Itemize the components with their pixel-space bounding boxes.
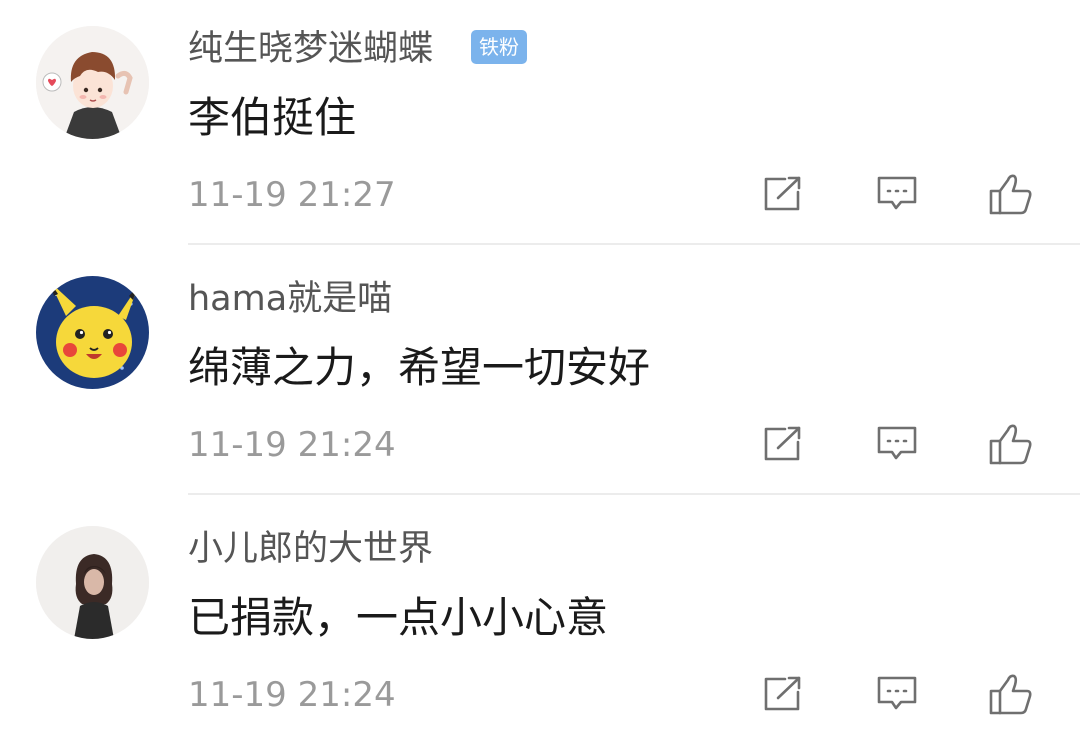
comment-icon [877,426,917,460]
timestamp: 11-19 21:24 [188,425,396,465]
like-button[interactable] [986,420,1036,468]
comment-text: 已捐款，一点小小心意 [188,593,609,642]
divider [188,493,1080,495]
reply-button[interactable] [872,170,922,218]
timestamp: 11-19 21:27 [188,175,396,215]
like-button[interactable] [986,170,1036,218]
username[interactable]: 纯生晓梦迷蝴蝶 [188,26,433,72]
repost-button[interactable] [758,420,808,468]
comment-text: 绵薄之力，希望一切安好 [188,343,651,392]
comment-item: 纯生晓梦迷蝴蝶 铁粉 李伯挺住 11-19 21:27 [0,0,1080,250]
comment-item: hama就是喵 绵薄之力，希望一切安好 11-19 21:24 [0,250,1080,500]
repost-button[interactable] [758,670,808,718]
repost-button[interactable] [758,170,808,218]
comment-item: 小儿郎的大世界 已捐款，一点小小心意 11-19 21:24 [0,500,1080,744]
like-button[interactable] [986,670,1036,718]
comment-icon [877,676,917,710]
reply-button[interactable] [872,670,922,718]
thumbs-up-icon [989,174,1032,215]
repost-icon [764,676,801,711]
comment-text: 李伯挺住 [188,93,357,142]
timestamp: 11-19 21:24 [188,675,396,715]
comment-icon [877,176,917,210]
reply-button[interactable] [872,420,922,468]
cartoon-boy-avatar[interactable] [36,26,149,139]
repost-icon [764,176,801,211]
fan-badge[interactable]: 铁粉 [471,30,527,64]
thumbs-up-icon [989,674,1032,715]
pikachu-avatar[interactable] [36,276,149,389]
divider [188,243,1080,245]
woman-silhouette-avatar[interactable] [36,526,149,639]
repost-icon [764,426,801,461]
comment-list: 纯生晓梦迷蝴蝶 铁粉 李伯挺住 11-19 21:27 hama就是喵 绵薄之力… [0,0,1080,744]
username[interactable]: 小儿郎的大世界 [188,526,433,572]
username[interactable]: hama就是喵 [188,276,392,322]
thumbs-up-icon [989,424,1032,465]
